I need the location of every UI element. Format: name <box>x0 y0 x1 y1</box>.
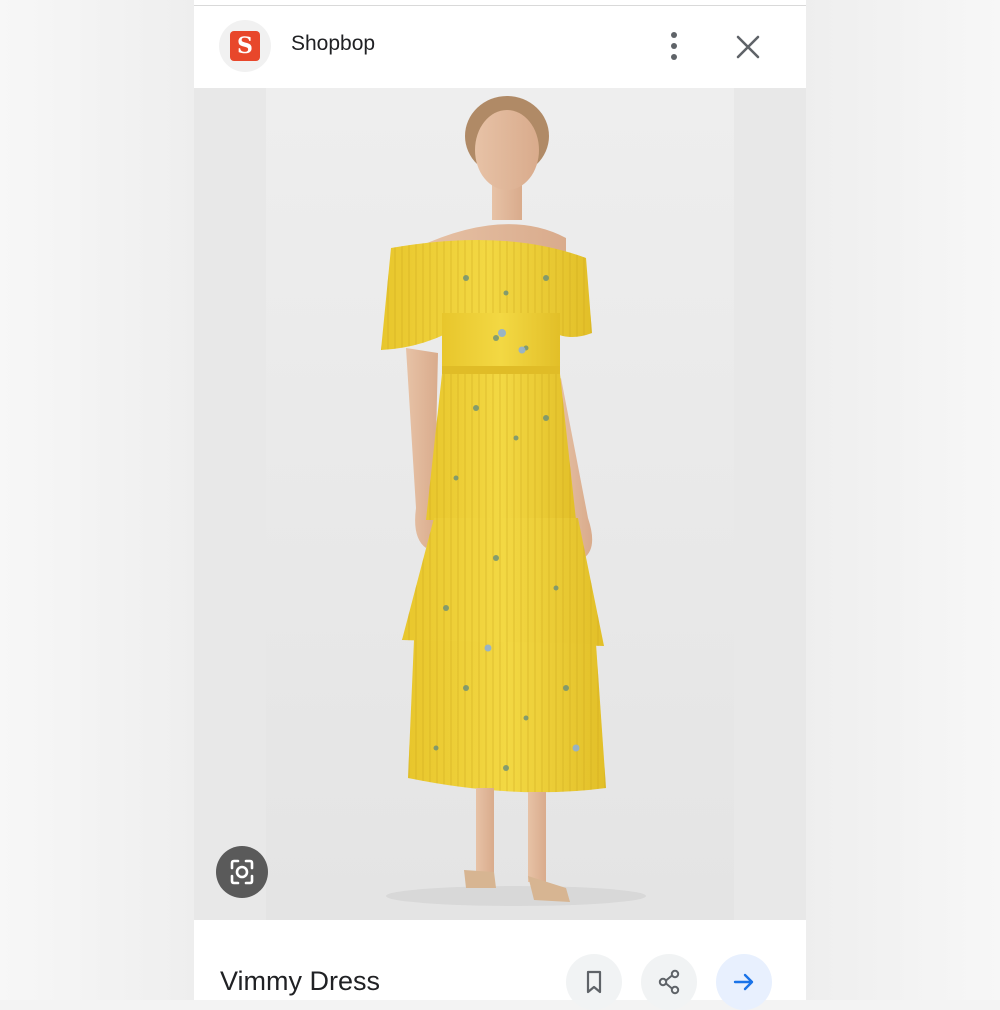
product-title[interactable]: Vimmy Dress <box>220 966 380 997</box>
lens-search-button[interactable] <box>216 846 268 898</box>
close-icon <box>736 35 760 59</box>
arrow-right-icon <box>733 973 754 991</box>
image-viewer[interactable] <box>194 88 806 920</box>
more-vert-dot <box>671 54 677 60</box>
google-lens-icon <box>230 859 254 885</box>
preview-header: S Shopbop <box>194 6 806 88</box>
close-button[interactable] <box>733 32 763 62</box>
visit-site-button[interactable] <box>716 954 772 1010</box>
more-vert-icon <box>671 32 677 38</box>
bookmark-icon <box>586 970 602 994</box>
model-in-yellow-dress-illustration <box>266 88 734 920</box>
share-button[interactable] <box>641 954 697 1010</box>
more-options-button[interactable] <box>662 28 686 64</box>
more-vert-dot <box>671 43 677 49</box>
share-icon <box>658 969 680 995</box>
site-name[interactable]: Shopbop <box>291 32 375 56</box>
image-preview-panel: S Shopbop Vimmy Dress <box>194 0 806 1010</box>
save-button[interactable] <box>566 954 622 1010</box>
product-photo <box>266 88 734 920</box>
site-favicon[interactable]: S <box>219 20 271 72</box>
shopbop-logo-icon: S <box>230 31 260 61</box>
result-info: Vimmy Dress <box>194 920 806 1010</box>
